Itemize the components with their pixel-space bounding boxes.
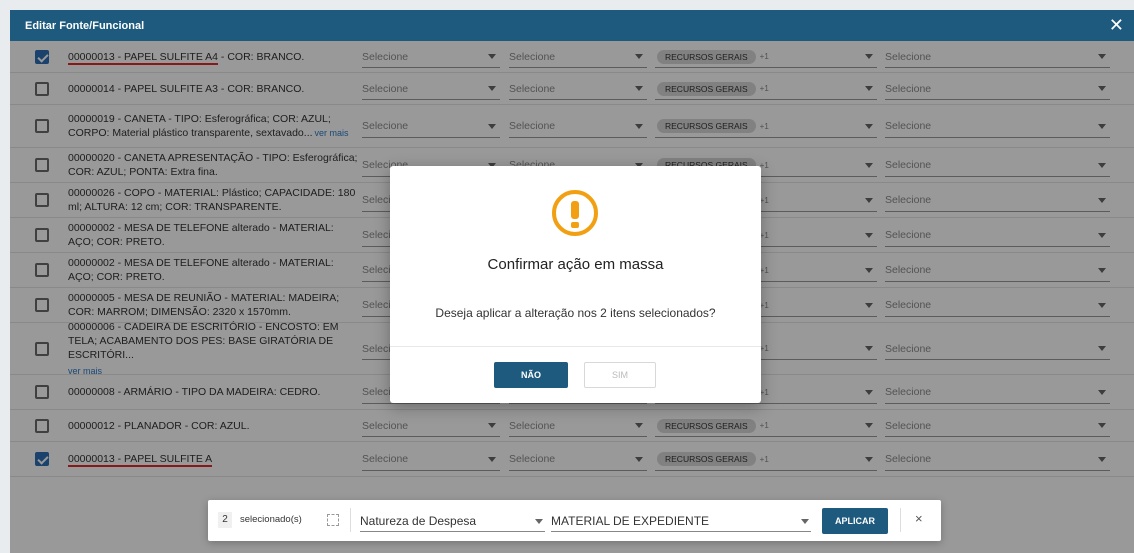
dialog-titlebar: Editar Fonte/Funcional ✕ xyxy=(10,10,1134,41)
modal-title: Confirmar ação em massa xyxy=(487,256,664,273)
value-select[interactable]: MATERIAL DE EXPEDIENTE xyxy=(551,510,811,532)
field-select[interactable]: Natureza de Despesa xyxy=(360,510,545,532)
value-select-value: MATERIAL DE EXPEDIENTE xyxy=(551,513,710,528)
chevron-down-icon xyxy=(535,519,543,524)
divider xyxy=(350,508,351,532)
apply-button[interactable]: APLICAR xyxy=(822,508,888,534)
warning-icon xyxy=(552,190,598,236)
yes-button[interactable]: SIM xyxy=(584,362,656,388)
selected-label: selecionado(s) xyxy=(240,514,302,525)
select-all-icon[interactable] xyxy=(327,514,339,526)
field-select-value: Natureza de Despesa xyxy=(360,513,477,528)
bulk-action-bar: 2 selecionado(s) Natureza de Despesa MAT… xyxy=(208,500,941,541)
edit-fonte-funcional-dialog: Editar Fonte/Funcional ✕ 00000013 - PAPE… xyxy=(10,10,1134,553)
chevron-down-icon xyxy=(801,519,809,524)
selected-count-badge: 2 xyxy=(218,512,232,528)
modal-divider xyxy=(390,346,761,347)
no-button[interactable]: NÃO xyxy=(494,362,568,388)
dialog-title: Editar Fonte/Funcional xyxy=(25,19,145,32)
confirm-modal: Confirmar ação em massa Deseja aplicar a… xyxy=(390,166,761,403)
modal-message: Deseja aplicar a alteração nos 2 itens s… xyxy=(435,306,716,320)
close-bulkbar-icon[interactable]: × xyxy=(915,511,923,526)
divider xyxy=(900,508,901,532)
close-icon[interactable]: ✕ xyxy=(1109,15,1124,35)
